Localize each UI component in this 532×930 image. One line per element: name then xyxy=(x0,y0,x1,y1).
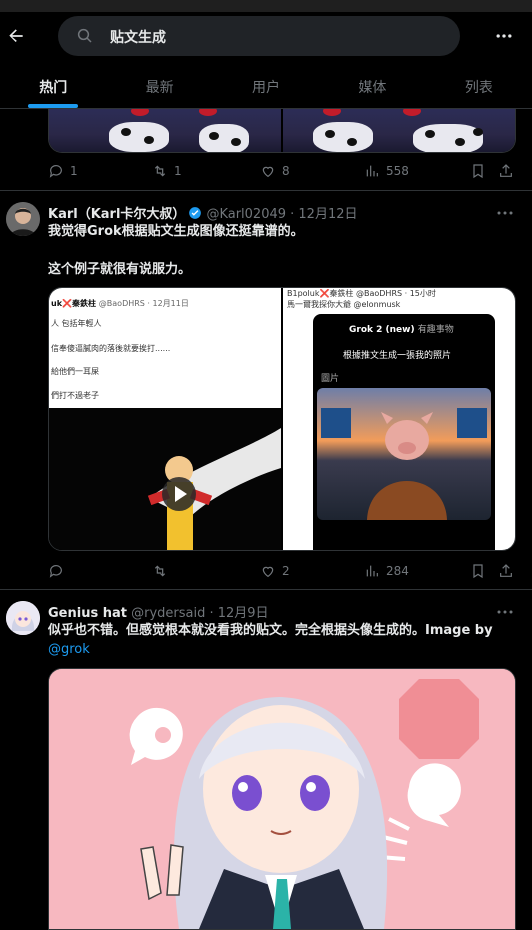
tweet-text: 似乎也不错。但感觉根本就没看我的贴文。完全根据头像生成的。Image by @g… xyxy=(48,623,493,657)
tweet-divider xyxy=(0,589,532,590)
reply-button[interactable]: 1 xyxy=(48,163,78,179)
verified-badge-icon xyxy=(189,207,202,219)
tweet-media[interactable] xyxy=(48,668,516,930)
tab-top[interactable]: 热门 xyxy=(0,64,106,108)
reply-icon xyxy=(49,565,62,578)
tab-lists[interactable]: 列表 xyxy=(426,64,532,108)
tweet-media[interactable] xyxy=(48,108,516,153)
tweet-meta: Karl（Karl卡尔大叔） @Karl02049 · 12月12日 xyxy=(48,203,358,222)
video-frame xyxy=(49,408,281,550)
grok-screenshot: Grok 2 (new) 有趣事物 根據推文生成一張我的照片 圖片 xyxy=(313,314,495,550)
media-image[interactable]: B1poluk❌秦鉄柱 @BaoDHRS · 15小时 馬一爾我探你大爺 @el… xyxy=(283,288,515,550)
retweet-icon xyxy=(154,165,166,177)
avatar-photo xyxy=(6,601,40,635)
embedded-screenshot: uk❌秦鉄柱 @BaoDHRS · 12月11日 人 包括年輕人 信奉傻逼膩肉的… xyxy=(49,288,281,408)
generated-pig-image xyxy=(317,388,491,520)
like-button[interactable]: 2 xyxy=(260,563,290,579)
tweet-text: 我觉得Grok根据贴文生成图像还挺靠谱的。 这个例子就很有说服力。 xyxy=(48,224,304,277)
retweet-button[interactable] xyxy=(152,563,174,579)
tweet-more-icon[interactable] xyxy=(496,207,514,219)
search-input[interactable]: 贴文生成 xyxy=(110,27,166,47)
media-image[interactable] xyxy=(283,108,515,152)
display-name[interactable]: Genius hat xyxy=(48,606,127,621)
search-icon xyxy=(77,28,92,43)
tweet-actions: 2 284 xyxy=(48,561,514,581)
tab-media[interactable]: 媒体 xyxy=(319,64,425,108)
tweet-meta: Genius hat @rydersaid · 12月9日 xyxy=(48,602,269,621)
tweet-actions: 1 1 8 558 xyxy=(48,161,514,181)
mention-link[interactable]: @grok xyxy=(48,642,90,657)
views-button[interactable]: 558 xyxy=(364,163,409,179)
views-button[interactable]: 284 xyxy=(364,563,409,579)
share-icon[interactable] xyxy=(498,563,514,579)
display-name[interactable]: Karl（Karl卡尔大叔） xyxy=(48,207,185,222)
anime-girl-image xyxy=(49,669,515,929)
tweet-media[interactable]: uk❌秦鉄柱 @BaoDHRS · 12月11日 人 包括年輕人 信奉傻逼膩肉的… xyxy=(48,287,516,551)
tweet-divider xyxy=(0,190,532,191)
media-image[interactable] xyxy=(49,108,281,152)
views-icon xyxy=(366,565,378,577)
tweet-more-icon[interactable] xyxy=(496,606,514,618)
search-box[interactable]: 贴文生成 xyxy=(58,16,460,56)
avatar[interactable] xyxy=(6,202,40,236)
views-icon xyxy=(366,165,378,177)
avatar[interactable] xyxy=(6,601,40,635)
retweet-icon xyxy=(154,565,166,577)
play-button[interactable] xyxy=(162,477,196,511)
avatar-photo xyxy=(6,202,40,236)
search-tabs: 热门 最新 用户 媒体 列表 xyxy=(0,64,532,108)
like-button[interactable]: 8 xyxy=(260,163,290,179)
search-header: 贴文生成 热门 最新 用户 媒体 列表 xyxy=(0,12,532,109)
tab-people[interactable]: 用户 xyxy=(213,64,319,108)
bookmark-icon[interactable] xyxy=(470,163,486,179)
heart-icon xyxy=(262,166,274,178)
reply-button[interactable] xyxy=(48,563,70,579)
reply-icon xyxy=(49,165,62,178)
retweet-button[interactable]: 1 xyxy=(152,163,182,179)
handle-and-date[interactable]: @rydersaid · 12月9日 xyxy=(131,606,268,621)
media-video[interactable]: uk❌秦鉄柱 @BaoDHRS · 12月11日 人 包括年輕人 信奉傻逼膩肉的… xyxy=(49,288,281,550)
tab-latest[interactable]: 最新 xyxy=(106,64,212,108)
active-tab-indicator xyxy=(28,104,79,108)
back-arrow-icon[interactable] xyxy=(6,26,26,46)
bookmark-icon[interactable] xyxy=(470,563,486,579)
more-options-icon[interactable] xyxy=(494,26,514,46)
share-icon[interactable] xyxy=(498,163,514,179)
heart-icon xyxy=(262,566,274,578)
handle-and-date[interactable]: @Karl02049 · 12月12日 xyxy=(206,207,357,222)
